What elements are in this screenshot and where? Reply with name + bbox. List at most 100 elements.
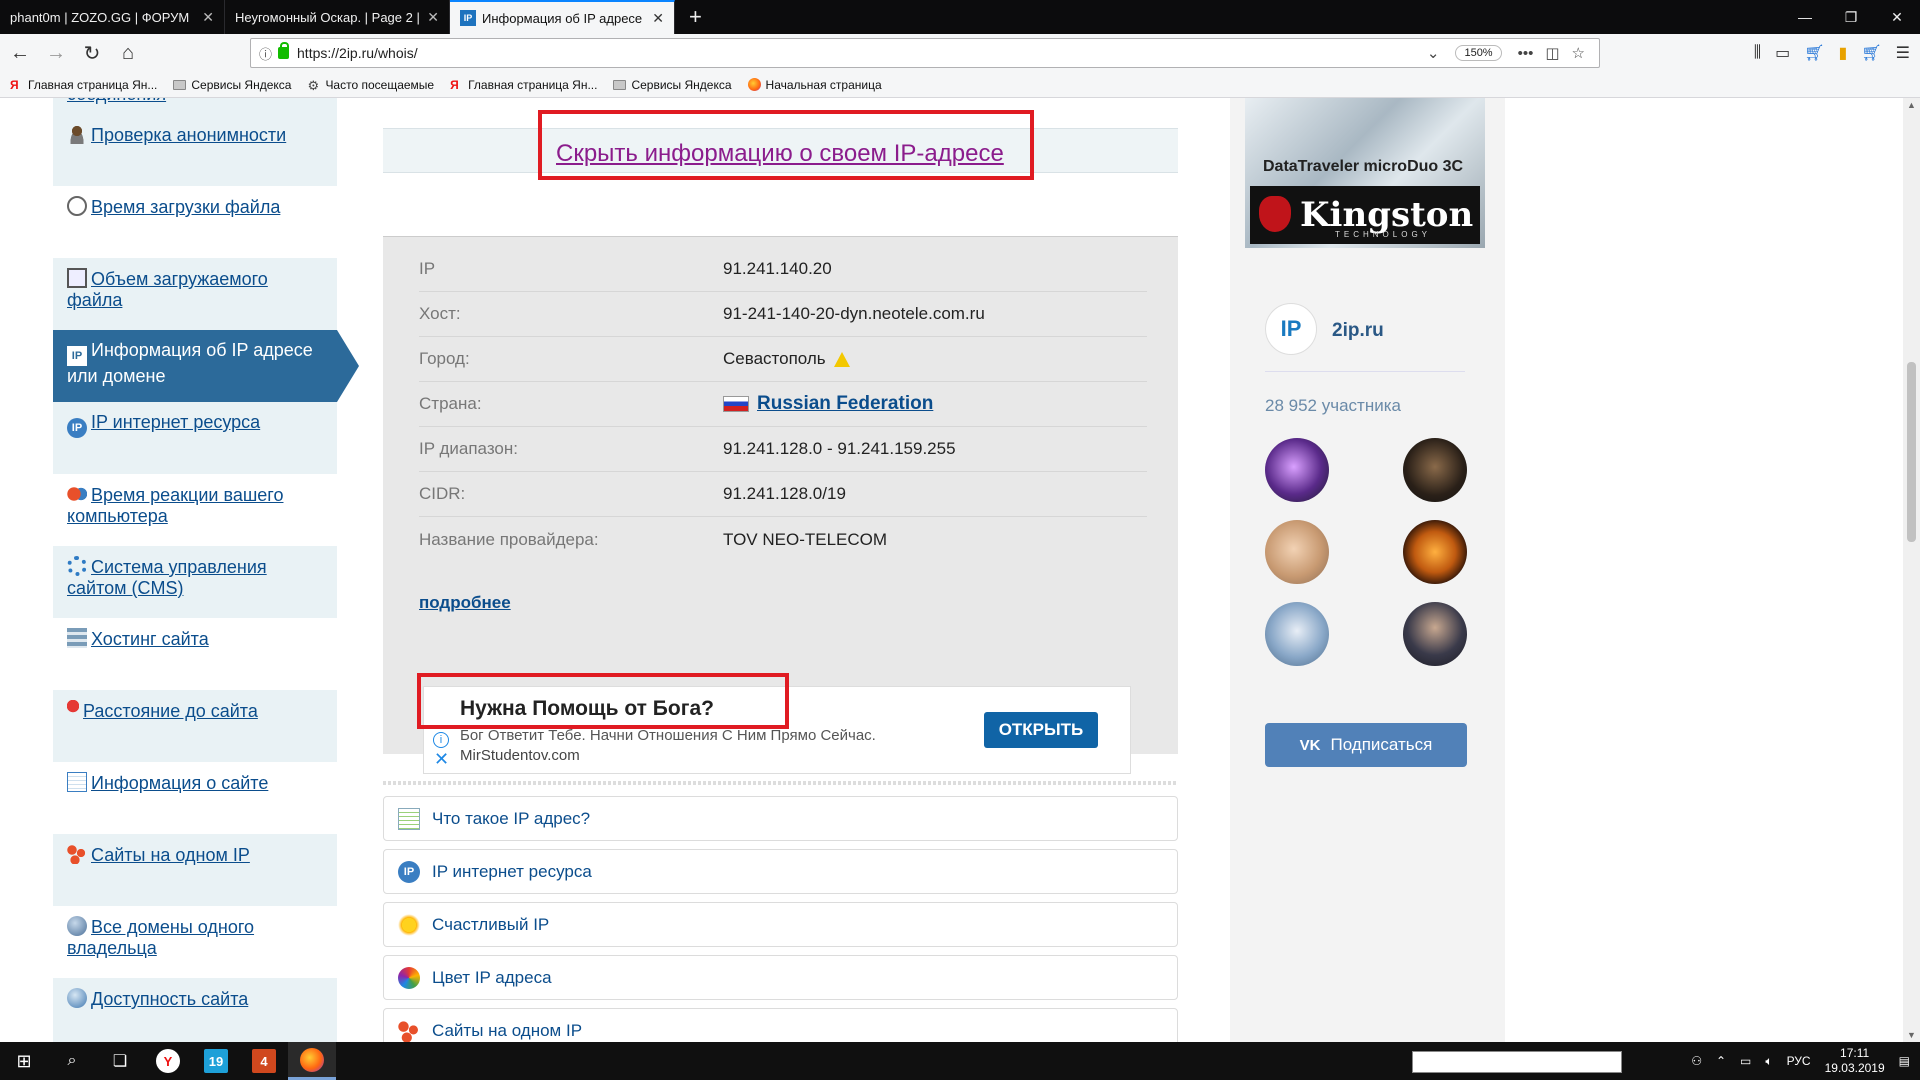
ad-close-icon[interactable]: ✕ — [434, 749, 449, 770]
minimize-icon[interactable]: — — [1782, 0, 1828, 34]
bookmark-item[interactable]: Я Главная страница Ян... — [450, 78, 597, 93]
scrollbar-thumb[interactable] — [1907, 362, 1916, 542]
sidebar-item-reaction-time[interactable]: Время реакции вашего компьютера — [53, 474, 337, 546]
search-icon[interactable]: ⌕ — [48, 1042, 96, 1080]
related-item-what-is-ip[interactable]: Что такое IP адрес? — [383, 796, 1178, 841]
avatar[interactable] — [1265, 602, 1329, 666]
kingston-ad-banner[interactable]: DataTraveler microDuo 3C Kingston TECHNO… — [1245, 98, 1485, 248]
sidebar-item-connections[interactable]: соединения — [53, 98, 337, 114]
bookmark-item[interactable]: Сервисы Яндекса — [173, 78, 291, 92]
sidebar-item-ip-resource[interactable]: IP IP интернет ресурса — [53, 402, 337, 474]
vk-members-count[interactable]: 28 952 участника — [1265, 396, 1401, 416]
page-scrollbar[interactable]: ▲ ▼ — [1903, 98, 1920, 1042]
info-value: TOV NEO-TELECOM — [723, 529, 888, 549]
network-icon[interactable]: ▭ — [1740, 1054, 1751, 1068]
avatar[interactable] — [1265, 438, 1329, 502]
library-icon[interactable]: ⫼ — [1754, 44, 1761, 62]
forward-icon[interactable]: → — [40, 37, 72, 69]
windows-start-icon[interactable]: ⊞ — [0, 1042, 48, 1080]
lock-icon[interactable] — [278, 42, 290, 59]
vk-group-avatar[interactable]: IP — [1265, 303, 1317, 355]
bookmark-item[interactable]: Начальная страница — [747, 78, 882, 92]
url-text[interactable]: https://2ip.ru/whois/ — [297, 45, 1421, 61]
language-indicator[interactable]: РУС — [1787, 1054, 1811, 1068]
notification-icon[interactable]: ▤ — [1899, 1054, 1910, 1068]
sidebar-item-availability[interactable]: Доступность сайта — [53, 978, 337, 1042]
taskbar-firefox[interactable] — [288, 1042, 336, 1080]
hosting-icon — [67, 628, 87, 648]
page-actions-icon[interactable]: ••• — [1518, 45, 1534, 62]
cart-icon[interactable]: 🛒︎ — [1804, 43, 1824, 63]
close-icon[interactable]: ✕ — [202, 9, 214, 26]
cart-icon[interactable]: 🛒︎ — [1861, 43, 1881, 63]
info-label: CIDR: — [419, 484, 466, 503]
menu-icon[interactable]: ☰ — [1896, 43, 1910, 63]
home-icon[interactable]: ⌂ — [112, 37, 144, 69]
tab-bar: phant0m | ZOZO.GG | ФОРУМ ✕ Неугомонный … — [0, 0, 1920, 34]
sidebar-item-ip-info[interactable]: IP Информация об IP адресе или домене — [53, 330, 359, 402]
close-window-icon[interactable]: ✕ — [1874, 0, 1920, 34]
pocket-icon[interactable]: ◫ — [1545, 44, 1559, 62]
vk-subscribe-button[interactable]: VK Подписаться — [1265, 723, 1467, 767]
ad-info-icon[interactable]: i — [433, 732, 449, 748]
sidebar-item-cms[interactable]: Система управления сайтом (CMS) — [53, 546, 337, 618]
info-row-city: Город: Севастополь — [419, 337, 1147, 382]
chevron-down-icon[interactable]: ⌄ — [1427, 44, 1440, 62]
vk-group-name[interactable]: 2ip.ru — [1332, 320, 1384, 342]
star-icon[interactable]: ☆ — [1572, 44, 1585, 62]
sidebar-item-sites-one-ip[interactable]: Сайты на одном IP — [53, 834, 337, 906]
close-icon[interactable]: ✕ — [427, 9, 439, 26]
tab-oskar[interactable]: Неугомонный Оскар. | Page 2 | ZO ✕ — [225, 0, 450, 34]
warning-icon[interactable] — [833, 351, 850, 367]
related-item-ip-resource[interactable]: IP IP интернет ресурса — [383, 849, 1178, 894]
tab-zozo-forum[interactable]: phant0m | ZOZO.GG | ФОРУМ ✕ — [0, 0, 225, 34]
close-icon[interactable]: ✕ — [652, 10, 664, 27]
bookmark-item[interactable]: Я Главная страница Ян... — [10, 78, 157, 93]
sidebar-item-site-info[interactable]: Информация о сайте — [53, 762, 337, 834]
task-view-icon[interactable]: ❏ — [96, 1042, 144, 1080]
sidebar-item-file-load-time[interactable]: Время загрузки файла — [53, 186, 337, 258]
sidebar-item-domains-owner[interactable]: Все домены одного владельца — [53, 906, 337, 978]
avatar[interactable] — [1403, 602, 1467, 666]
bookmark-item[interactable]: Сервисы Яндекса — [613, 78, 732, 92]
people-icon[interactable]: ⚇ — [1691, 1054, 1702, 1068]
taskbar-app-19[interactable]: 19 — [192, 1042, 240, 1080]
vk-group-widget: IP 2ip.ru 28 952 участника VK Подписатьс… — [1265, 248, 1480, 767]
bookmark-item[interactable]: ⚙ Часто посещаемые — [307, 78, 434, 94]
taskbar-yandex[interactable]: Y — [144, 1042, 192, 1080]
country-link[interactable]: Russian Federation — [757, 393, 933, 415]
tab-ip-info[interactable]: IP Информация об IP адресе или ✕ — [450, 0, 675, 34]
availability-icon — [67, 988, 87, 1008]
url-bar[interactable]: ⓘ https://2ip.ru/whois/ ⌄ 150% ••• ◫ ☆ — [250, 38, 1600, 68]
restore-icon[interactable]: ❐ — [1828, 0, 1874, 34]
sidebar-toggle-icon[interactable]: ▭ — [1775, 43, 1790, 63]
clock[interactable]: 17:11 19.03.2019 — [1825, 1046, 1885, 1076]
avatar[interactable] — [1403, 438, 1467, 502]
taskbar-app-4[interactable]: 4 — [240, 1042, 288, 1080]
more-details-link[interactable]: подробнее — [419, 593, 511, 613]
volume-icon[interactable]: 🔈︎ — [1765, 1054, 1772, 1069]
sidebar-item-distance[interactable]: Расстояние до сайта — [53, 690, 337, 762]
zoom-badge[interactable]: 150% — [1455, 45, 1502, 61]
sidebar-item-anonymity[interactable]: Проверка анонимности — [53, 114, 337, 186]
scroll-down-icon[interactable]: ▼ — [1907, 1030, 1916, 1040]
related-item-sites-one-ip[interactable]: Сайты на одном IP — [383, 1008, 1178, 1042]
new-tab-button[interactable]: + — [675, 0, 716, 34]
back-icon[interactable]: ← — [4, 37, 36, 69]
related-item-lucky-ip[interactable]: Счастливый IP — [383, 902, 1178, 947]
ad-open-button[interactable]: ОТКРЫТЬ — [984, 712, 1098, 748]
avatar[interactable] — [1265, 520, 1329, 584]
sidebar-item-file-size[interactable]: Объем загружаемого файла — [53, 258, 337, 330]
bookmark-flag-icon[interactable]: ▮ — [1839, 43, 1848, 63]
avatar[interactable] — [1403, 520, 1467, 584]
chevron-up-icon[interactable]: ⌃ — [1716, 1054, 1726, 1068]
ip-resource-icon: IP — [67, 418, 87, 438]
reload-icon[interactable]: ↻ — [76, 37, 108, 69]
taskbar-search-input[interactable] — [1412, 1051, 1622, 1073]
info-icon[interactable]: ⓘ — [259, 44, 272, 63]
related-item-ip-color[interactable]: Цвет IP адреса — [383, 955, 1178, 1000]
ip-info-icon: IP — [67, 346, 87, 366]
sites-one-ip-icon — [398, 1019, 420, 1042]
sidebar-item-hosting[interactable]: Хостинг сайта — [53, 618, 337, 690]
scroll-up-icon[interactable]: ▲ — [1907, 100, 1916, 110]
